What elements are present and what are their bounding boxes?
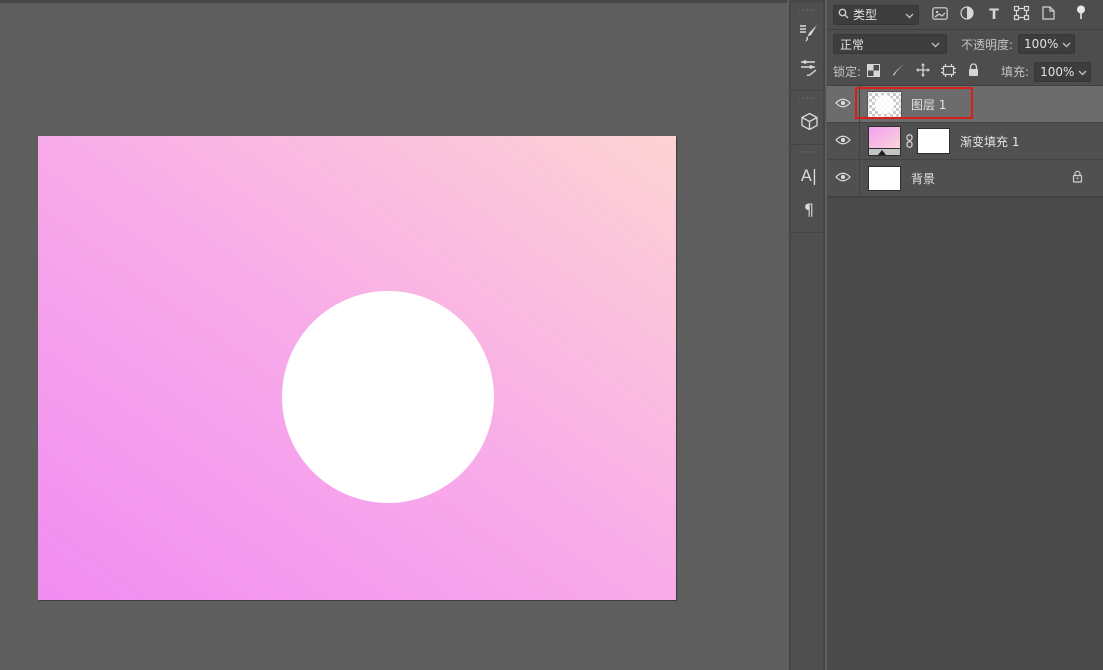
layer-name[interactable]: 图层 1 <box>911 96 946 113</box>
search-icon <box>838 8 849 22</box>
filter-smart-objects-button[interactable] <box>1039 6 1057 24</box>
layer-row-gradient-fill[interactable]: 渐变填充 1 <box>827 123 1103 160</box>
brush-panel-group <box>791 3 823 91</box>
brush-settings-panel-button[interactable] <box>791 16 827 50</box>
canvas-work-area <box>0 0 787 670</box>
type-panel-group: A| ¶ <box>791 145 823 233</box>
lock-transparency-button[interactable] <box>865 64 881 80</box>
filter-type-layers-button[interactable]: T <box>985 6 1003 24</box>
eye-icon <box>835 97 851 111</box>
filter-kind-select[interactable]: 类型 <box>833 5 919 25</box>
layers-panel: 类型 <box>827 0 1103 670</box>
layer-row-layer1[interactable]: 图层 1 <box>827 86 1103 123</box>
filter-shape-layers-button[interactable] <box>1012 6 1030 24</box>
lock-buttons <box>865 64 981 80</box>
panel-grip[interactable] <box>799 149 815 155</box>
panel-grip[interactable] <box>799 7 815 13</box>
gradient-fill-thumbnail[interactable] <box>868 126 901 156</box>
3d-cube-icon <box>800 112 819 131</box>
checkerboard-icon <box>867 64 880 80</box>
blend-mode-select[interactable]: 正常 <box>833 34 947 54</box>
artboard-icon <box>941 64 956 80</box>
lock-artboard-button[interactable] <box>940 64 956 80</box>
character-panel-icon: A| <box>801 166 817 185</box>
gradient-swatch <box>868 126 901 148</box>
layers-panel-empty-area <box>827 198 1103 670</box>
layer-thumbnail[interactable] <box>868 92 901 117</box>
character-panel-button[interactable]: A| <box>791 158 827 192</box>
3d-panel-button[interactable] <box>791 104 827 138</box>
filter-pin-icon <box>1075 5 1087 24</box>
chevron-down-icon <box>905 8 914 22</box>
eye-icon <box>835 171 851 185</box>
adjustment-layer-icon <box>960 6 974 23</box>
smart-object-icon <box>1042 6 1055 23</box>
visibility-toggle[interactable] <box>827 123 860 159</box>
fill-value: 100% <box>1040 65 1074 79</box>
visibility-toggle[interactable] <box>827 160 860 196</box>
fill-dropdown-button[interactable] <box>1074 62 1091 82</box>
layer-name[interactable]: 背景 <box>911 170 935 187</box>
shape-layer-icon <box>1014 6 1029 23</box>
lock-label: 锁定: <box>833 63 861 80</box>
fill-value-field[interactable]: 100% <box>1034 62 1074 82</box>
chevron-down-icon <box>1062 37 1071 51</box>
filter-type-buttons: T <box>931 6 1090 24</box>
paragraph-panel-icon: ¶ <box>804 200 814 219</box>
background-lock-indicator <box>1072 170 1083 186</box>
opacity-dropdown-button[interactable] <box>1058 34 1075 54</box>
filter-toggle-button[interactable] <box>1072 6 1090 24</box>
brush-settings-icon <box>799 24 819 42</box>
layer-row-background[interactable]: 背景 <box>827 160 1103 197</box>
opacity-label: 不透明度: <box>961 36 1013 53</box>
paragraph-panel-button[interactable]: ¶ <box>791 192 827 226</box>
3d-panel-group <box>791 91 823 145</box>
lock-all-button[interactable] <box>965 64 981 80</box>
filter-kind-value: 类型 <box>853 6 877 23</box>
brush-panel-button[interactable] <box>791 50 827 84</box>
opacity-value: 100% <box>1024 37 1058 51</box>
collapsed-panels-strip: A| ¶ <box>789 0 825 670</box>
chevron-down-icon <box>1078 65 1087 79</box>
fill-label: 填充: <box>1001 63 1029 80</box>
white-circle-shape <box>282 291 494 503</box>
type-layer-icon: T <box>989 7 999 23</box>
document-canvas[interactable] <box>38 136 676 600</box>
eye-icon <box>835 134 851 148</box>
brush-icon <box>891 63 905 80</box>
chevron-down-icon <box>931 37 940 51</box>
filter-adjustment-layers-button[interactable] <box>958 6 976 24</box>
gradient-stop-bar <box>868 148 901 156</box>
blend-mode-value: 正常 <box>840 36 864 53</box>
move-icon <box>916 63 930 80</box>
lock-position-button[interactable] <box>915 64 931 80</box>
opacity-value-field[interactable]: 100% <box>1018 34 1058 54</box>
blend-opacity-row: 正常 不透明度: 100% <box>827 30 1103 58</box>
brush-sliders-icon <box>799 58 819 76</box>
mask-link-icon[interactable] <box>902 134 916 148</box>
visibility-toggle[interactable] <box>827 86 860 122</box>
panel-grip[interactable] <box>799 95 815 101</box>
lock-fill-row: 锁定: <box>827 58 1103 86</box>
layer-thumbnail[interactable] <box>868 166 901 191</box>
padlock-icon <box>1072 170 1083 186</box>
layer-list: 图层 1 <box>827 86 1103 198</box>
lock-pixels-button[interactable] <box>890 64 906 80</box>
filter-pixel-layers-button[interactable] <box>931 6 949 24</box>
layers-filter-row: 类型 <box>827 0 1103 30</box>
layer-mask-thumbnail[interactable] <box>917 128 950 154</box>
padlock-icon <box>968 63 979 80</box>
gradient-stop-marker <box>878 150 886 155</box>
pixel-layer-icon <box>932 7 948 23</box>
layer-name[interactable]: 渐变填充 1 <box>960 133 1019 150</box>
